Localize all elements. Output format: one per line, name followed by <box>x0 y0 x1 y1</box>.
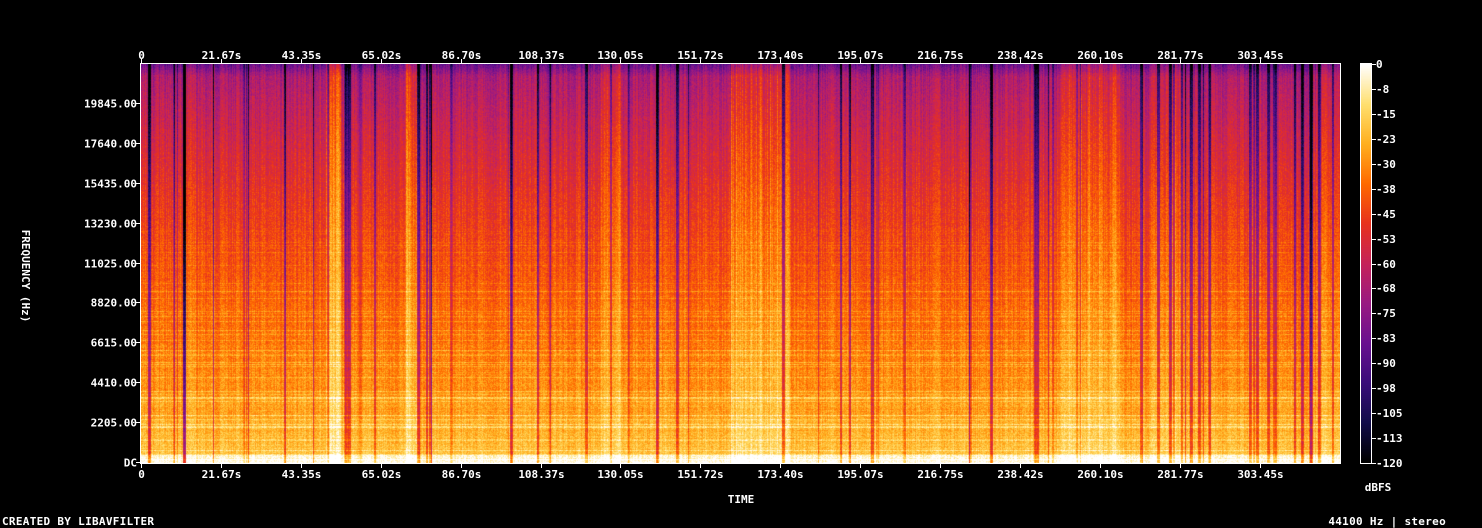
colorbar-tick-label: -23 <box>1376 133 1396 146</box>
x-tick-label-top: 281.77s <box>1157 49 1203 62</box>
x-tick-label-bottom: 173.40s <box>757 468 803 481</box>
colorbar-axis: 0 -8 -15 -23 -30 -38 -45 -53 -60 -68 -75 -83 -90 -98 -… <box>1372 58 1403 470</box>
y-tick-label: 19845.00 <box>84 98 137 111</box>
y-tick-label: DC <box>124 457 137 470</box>
footer-credit: CREATED BY LIBAVFILTER <box>2 515 155 528</box>
x-tick-label-top: 0 <box>138 49 145 62</box>
x-tick-label-top: 151.72s <box>677 49 723 62</box>
colorbar-tick-label: -83 <box>1376 332 1396 345</box>
x-tick-label-top: 195.07s <box>837 49 883 62</box>
y-axis-label: FREQUENCY (Hz) <box>19 230 32 323</box>
x-tick-label-top: 303.45s <box>1237 49 1283 62</box>
colorbar-tick-label: -53 <box>1376 233 1396 246</box>
y-tick-label: 15435.00 <box>84 178 137 191</box>
x-tick-label-top: 86.70s <box>442 49 482 62</box>
colorbar-tick-label: -38 <box>1376 183 1396 196</box>
colorbar-tick-label: 0 <box>1376 58 1383 71</box>
x-tick-label-bottom: 260.10s <box>1077 468 1123 481</box>
colorbar-tick-label: -105 <box>1376 407 1403 420</box>
x-tick-label-top: 173.40s <box>757 49 803 62</box>
x-tick-label-bottom: 0 <box>138 468 145 481</box>
x-tick-label-bottom: 303.45s <box>1237 468 1283 481</box>
colorbar-label: dBFS <box>1365 481 1392 494</box>
colorbar <box>1361 64 1371 463</box>
x-tick-label-bottom: 216.75s <box>917 468 963 481</box>
x-tick-label-bottom: 43.35s <box>282 468 322 481</box>
y-tick-label: 4410.00 <box>91 377 137 390</box>
x-tick-label-top: 216.75s <box>917 49 963 62</box>
spectrogram-plot <box>141 64 1340 463</box>
x-tick-label-bottom: 86.70s <box>442 468 482 481</box>
y-tick-label: 8820.00 <box>91 297 137 310</box>
x-tick-label-top: 130.05s <box>597 49 643 62</box>
x-axis-top: 0 21.67s 43.35s 65.02s 86.70s 108.37s 130.05s 1… <box>138 49 1284 63</box>
x-tick-label-top: 65.02s <box>362 49 402 62</box>
y-tick-label: 11025.00 <box>84 258 137 271</box>
colorbar-tick-label: -90 <box>1376 357 1396 370</box>
x-tick-label-top: 43.35s <box>282 49 322 62</box>
x-tick-label-bottom: 195.07s <box>837 468 883 481</box>
colorbar-tick-label: -8 <box>1376 83 1389 96</box>
colorbar-tick-label: -30 <box>1376 158 1396 171</box>
colorbar-tick-label: -68 <box>1376 282 1396 295</box>
x-tick-label-top: 238.42s <box>997 49 1043 62</box>
x-axis-label: TIME <box>728 493 755 506</box>
x-tick-label-bottom: 21.67s <box>202 468 242 481</box>
x-tick-label-bottom: 65.02s <box>362 468 402 481</box>
x-axis-bottom: 0 21.67s 43.35s 65.02s 86.70s 108.37s 130.05s 1… <box>138 464 1284 481</box>
x-tick-label-bottom: 151.72s <box>677 468 723 481</box>
y-tick-label: 6615.00 <box>91 337 137 350</box>
colorbar-tick-label: -45 <box>1376 208 1396 221</box>
y-tick-label: 13230.00 <box>84 218 137 231</box>
y-axis: DC 2205.00 4410.00 6615.00 8820.00 11025.00 13… <box>84 98 140 470</box>
colorbar-tick-label: -15 <box>1376 108 1396 121</box>
x-tick-label-bottom: 130.05s <box>597 468 643 481</box>
colorbar-tick-label: -120 <box>1376 457 1403 470</box>
x-tick-label-top: 108.37s <box>518 49 564 62</box>
x-tick-label-bottom: 281.77s <box>1157 468 1203 481</box>
colorbar-tick-label: -113 <box>1376 432 1403 445</box>
footer-sample-info: 44100 Hz | stereo <box>1328 515 1446 528</box>
colorbar-tick-label: -75 <box>1376 307 1396 320</box>
x-tick-label-bottom: 108.37s <box>518 468 564 481</box>
y-tick-label: 2205.00 <box>91 417 137 430</box>
y-tick-label: 17640.00 <box>84 138 137 151</box>
colorbar-tick-label: -98 <box>1376 382 1396 395</box>
x-tick-label-top: 260.10s <box>1077 49 1123 62</box>
x-tick-label-top: 21.67s <box>202 49 242 62</box>
colorbar-tick-label: -60 <box>1376 258 1396 271</box>
x-tick-label-bottom: 238.42s <box>997 468 1043 481</box>
